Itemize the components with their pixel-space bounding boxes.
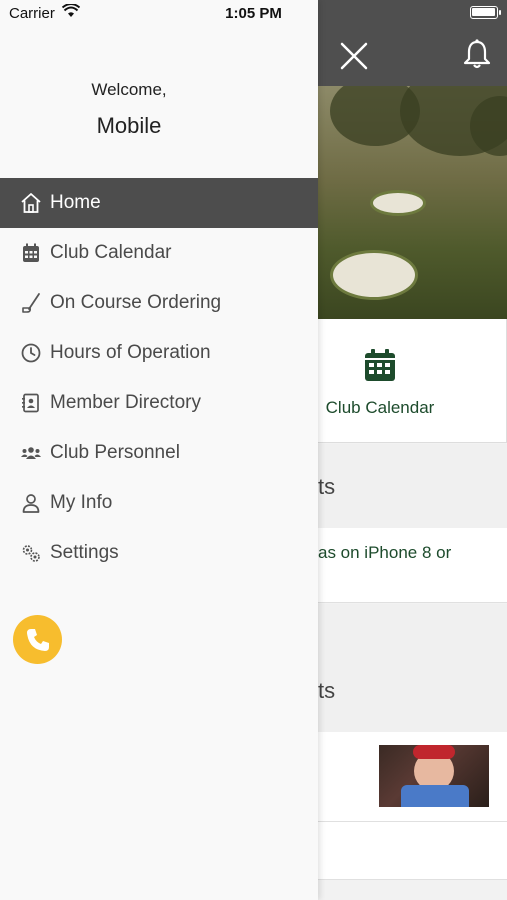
call-button[interactable]: [13, 615, 62, 664]
menu-item-on-course-ordering[interactable]: On Course Ordering: [0, 278, 318, 328]
bell-icon[interactable]: [462, 38, 492, 70]
clock-icon: [21, 343, 41, 363]
menu-item-hours-of-operation[interactable]: Hours of Operation: [0, 328, 318, 378]
contact-book-icon: [22, 393, 39, 413]
menu-item-club-calendar[interactable]: Club Calendar: [0, 228, 318, 278]
news-row-1[interactable]: as on iPhone 8 or: [318, 528, 507, 603]
menu-item-label: Hours of Operation: [50, 342, 211, 363]
user-icon: [22, 494, 40, 513]
menu-item-label: Settings: [50, 542, 119, 563]
menu-item-label: Club Calendar: [50, 242, 172, 263]
phone-icon: [26, 628, 49, 651]
battery-level-fill: [472, 8, 495, 16]
menu-item-settings[interactable]: Settings: [0, 528, 318, 578]
menu-item-label: Home: [50, 192, 101, 213]
news-thumbnail-photo[interactable]: [379, 745, 489, 807]
drawer-menu: Home Club Calendar On Course Ordering Ho…: [0, 178, 318, 578]
menu-item-club-personnel[interactable]: Club Personnel: [0, 428, 318, 478]
section-header-2: ts: [318, 604, 507, 732]
menu-item-label: On Course Ordering: [50, 292, 222, 313]
menu-item-label: My Info: [50, 492, 113, 513]
status-bar: Carrier 1:05 PM: [0, 0, 507, 26]
status-time: 1:05 PM: [225, 5, 282, 22]
section-header-1-text: ts: [318, 474, 336, 499]
calendar-tile-icon: [365, 349, 395, 381]
club-calendar-tile-label: Club Calendar: [325, 398, 435, 417]
news-row-3[interactable]: [318, 822, 507, 880]
username-text: Mobile: [96, 113, 162, 138]
menu-item-my-info[interactable]: My Info: [0, 478, 318, 528]
menu-item-home[interactable]: Home: [0, 178, 318, 228]
side-drawer: Welcome, Mobile Home Club Calendar On Co…: [0, 0, 318, 900]
home-icon: [21, 193, 41, 213]
group-icon: [21, 447, 41, 459]
section-header-1: ts: [318, 444, 507, 528]
battery-icon: [470, 6, 501, 19]
club-calendar-tile[interactable]: [318, 319, 507, 443]
calendar-icon: [23, 243, 39, 262]
gears-icon: [22, 545, 40, 562]
close-icon[interactable]: [338, 40, 370, 72]
menu-item-label: Member Directory: [50, 392, 201, 413]
section-header-2-text: ts: [318, 678, 336, 703]
menu-item-member-directory[interactable]: Member Directory: [0, 378, 318, 428]
menu-item-label: Club Personnel: [50, 442, 180, 463]
welcome-text: Welcome,: [91, 80, 167, 99]
golf-club-icon: [22, 293, 40, 313]
news-link-text[interactable]: as on iPhone 8 or: [318, 543, 451, 563]
